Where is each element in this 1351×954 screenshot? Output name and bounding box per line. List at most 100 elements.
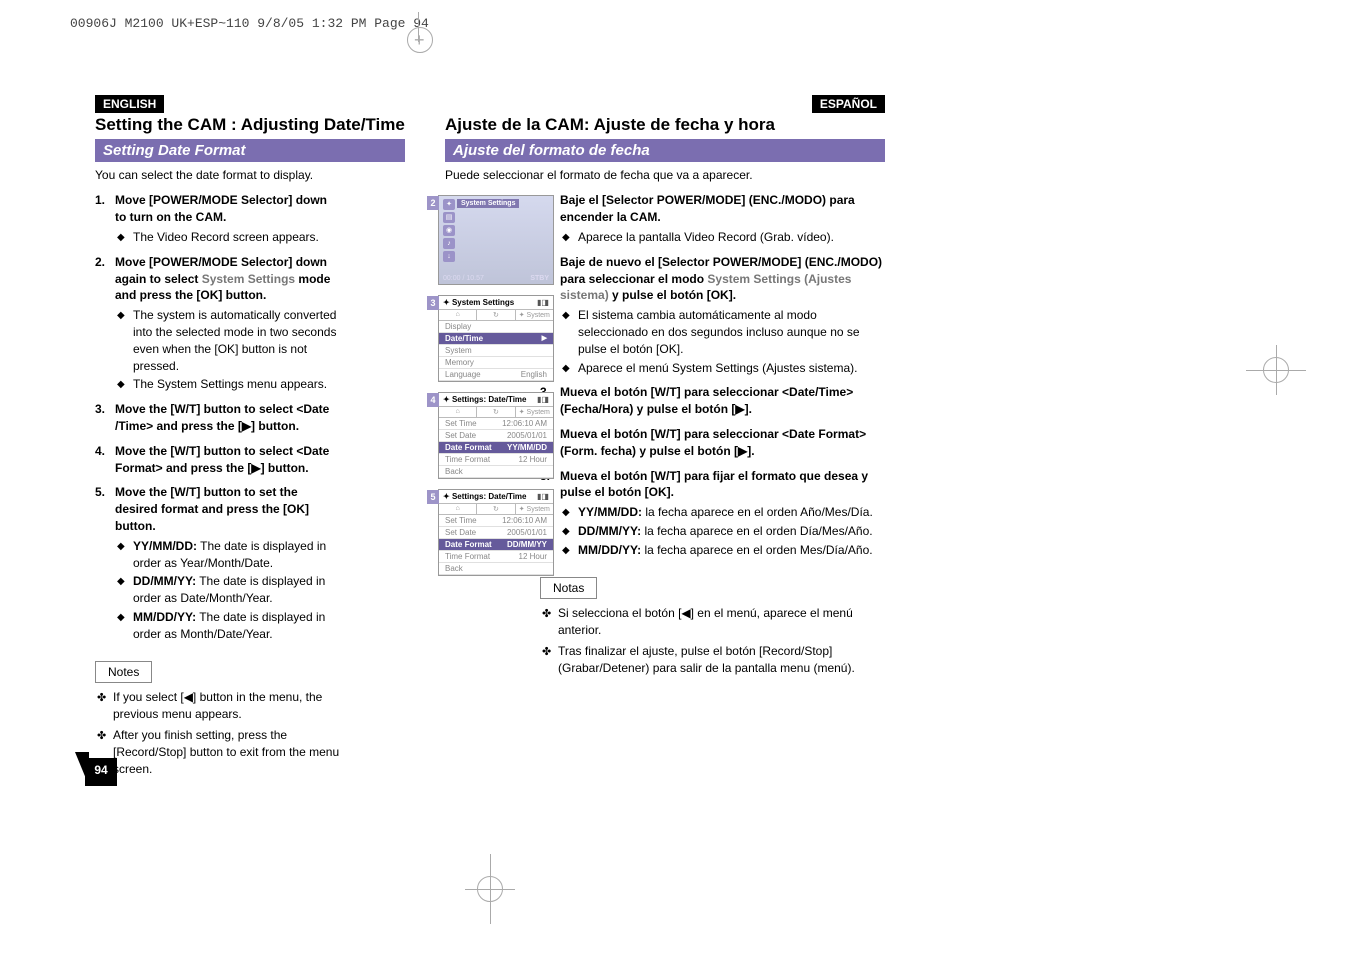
term: DD/MM/YY: (578, 524, 641, 538)
bullet: YY/MM/DD: la fecha aparece en el orden A… (560, 504, 885, 521)
step-3: 3. Move the [W/T] button to select <Date… (95, 401, 340, 435)
row-label: Set Time (445, 419, 477, 428)
menu-row-time-format: Time Format 12 Hour (439, 454, 553, 466)
step-head: Mueva el botón [W/T] para seleccionar <D… (560, 385, 853, 416)
menu-header: ✦ Settings: Date/Time (439, 490, 553, 503)
page-number-badge: 94 (85, 758, 117, 786)
row-label: Back (445, 564, 463, 573)
term: YY/MM/DD: (578, 505, 642, 519)
menu-row-back: Back (439, 466, 553, 478)
tab-system: ✦ System (516, 504, 553, 514)
video-footer: 00:00 / 10.57 STBY (443, 275, 549, 282)
note: Si selecciona el botón [◀] en el menú, a… (540, 605, 885, 639)
screenshot-2-video-record: 2 ✦ ▤ ◉ ♪ ↓ System Settings 00:00 / 10.5… (438, 195, 554, 285)
menu-tabs: ⌂ ↻ ✦ System (439, 309, 553, 321)
right-main-title: Ajuste de la CAM: Ajuste de fecha y hora (445, 115, 885, 135)
tab-home: ⌂ (439, 504, 477, 514)
step-badge: 4 (427, 393, 439, 407)
stby-indicator: STBY (530, 275, 549, 282)
menu-row-set-time: Set Time 12:06:10 AM (439, 515, 553, 527)
screenshot-column: 2 ✦ ▤ ◉ ♪ ↓ System Settings 00:00 / 10.5… (438, 195, 558, 586)
menu-row-date-format: Date FormatDD/MM/YY (439, 539, 553, 551)
bullet: YY/MM/DD: The date is displayed in order… (115, 538, 340, 572)
tab-refresh: ↻ (477, 504, 515, 514)
row-value: 12 Hour (519, 552, 547, 561)
menu-tabs: ⌂ ↻ ✦ System (439, 406, 553, 418)
step-4: 4. Mueva el botón [W/T] para seleccionar… (540, 426, 885, 460)
row-label: Time Format (445, 455, 490, 464)
tab-home: ⌂ (439, 407, 477, 417)
mode-icons: ✦ ▤ ◉ ♪ ↓ (443, 199, 457, 264)
step-head: Mueva el botón [W/T] para seleccionar <D… (560, 427, 866, 458)
step-head: Move [POWER/MODE Selector] down to turn … (115, 193, 327, 224)
left-subtitle: Setting Date Format (95, 139, 405, 162)
language-tag-spanish: ESPAÑOL (812, 95, 885, 113)
menu-row-back: Back (439, 563, 553, 575)
row-value: 2005/01/01 (507, 528, 547, 537)
step-5: 5. Move the [W/T] button to set the desi… (95, 484, 340, 642)
row-label: Back (445, 467, 463, 476)
row-value: 12:06:10 AM (502, 516, 547, 525)
right-subtitle: Ajuste del formato de fecha (445, 139, 885, 162)
term: DD/MM/YY: (133, 574, 196, 588)
menu-row-set-date: Set Date 2005/01/01 (439, 527, 553, 539)
row-label: Date Format (445, 443, 492, 452)
photo-icon: ◉ (443, 225, 455, 236)
row-label: System (445, 346, 472, 355)
screenshot-5-date-format: 5 ▮◨ ✦ Settings: Date/Time ⌂ ↻ ✦ System … (438, 489, 554, 576)
step-badge: 3 (427, 296, 439, 310)
bullet: El sistema cambia automáticamente al mod… (560, 307, 885, 357)
row-label: Set Time (445, 516, 477, 525)
menu-row-memory: Memory (439, 357, 553, 369)
step-2: 2. Move [POWER/MODE Selector] down again… (95, 254, 340, 393)
battery-icon: ▮◨ (537, 298, 549, 307)
row-label: Time Format (445, 552, 490, 561)
menu-row-time-format: Time Format 12 Hour (439, 551, 553, 563)
video-title: System Settings (457, 199, 519, 208)
screenshot-3-system-settings: 3 ▮◨ ✦ System Settings ⌂ ↻ ✦ System Disp… (438, 295, 554, 382)
step-1: 1. Move [POWER/MODE Selector] down to tu… (95, 192, 340, 245)
battery-icon: ▮◨ (537, 395, 549, 404)
row-value: 12:06:10 AM (502, 419, 547, 428)
bullet: DD/MM/YY: la fecha aparece en el orden D… (560, 523, 885, 540)
row-value: 2005/01/01 (507, 431, 547, 440)
row-label: Date/Time (445, 334, 483, 343)
step-number: 1. (95, 192, 105, 209)
tab-refresh: ↻ (477, 407, 515, 417)
menu-row-language: LanguageEnglish (439, 369, 553, 381)
step-head: Mueva el botón [W/T] para fijar el forma… (560, 469, 868, 500)
header-text: Settings: Date/Time (452, 395, 527, 404)
language-tag-english: ENGLISH (95, 95, 164, 113)
row-value: 12 Hour (519, 455, 547, 464)
def: la fecha aparece en el orden Día/Mes/Año… (641, 524, 872, 538)
bullet: The system is automatically converted in… (115, 307, 340, 374)
menu-row-display: Display (439, 321, 553, 333)
row-value: DD/MM/YY (507, 540, 547, 549)
row-label: Set Date (445, 528, 476, 537)
text-highlight: System Settings (202, 272, 295, 286)
row-label: Set Date (445, 431, 476, 440)
video-icon: ▤ (443, 212, 455, 223)
voice-icon: ↓ (443, 251, 455, 262)
notes-label: Notes (95, 661, 152, 684)
term: MM/DD/YY: (133, 610, 196, 624)
menu-tabs: ⌂ ↻ ✦ System (439, 503, 553, 515)
step-5: 5. Mueva el botón [W/T] para fijar el fo… (540, 468, 885, 559)
left-main-title: Setting the CAM : Adjusting Date/Time (95, 115, 430, 135)
notes-list: If you select [◀] button in the menu, th… (95, 689, 340, 777)
header-text: System Settings (452, 298, 514, 307)
screenshot-4-date-format: 4 ▮◨ ✦ Settings: Date/Time ⌂ ↻ ✦ System … (438, 392, 554, 479)
row-value: English (521, 370, 547, 379)
def: la fecha aparece en el orden Año/Mes/Día… (642, 505, 873, 519)
step-number: 5. (95, 484, 105, 501)
battery-icon: ▮◨ (537, 492, 549, 501)
crop-mark-icon (1251, 355, 1301, 385)
step-head: Baje el [Selector POWER/MODE] (ENC./MODO… (560, 193, 855, 224)
chevron-right-icon: ▶ (542, 334, 547, 343)
step-4: 4. Move the [W/T] button to select <Date… (95, 443, 340, 477)
bullet: DD/MM/YY: The date is displayed in order… (115, 573, 340, 607)
tab-system: ✦ System (516, 407, 553, 417)
header-text: Settings: Date/Time (452, 492, 527, 501)
step-badge: 5 (427, 490, 439, 504)
right-intro: Puede seleccionar el formato de fecha qu… (445, 168, 885, 182)
